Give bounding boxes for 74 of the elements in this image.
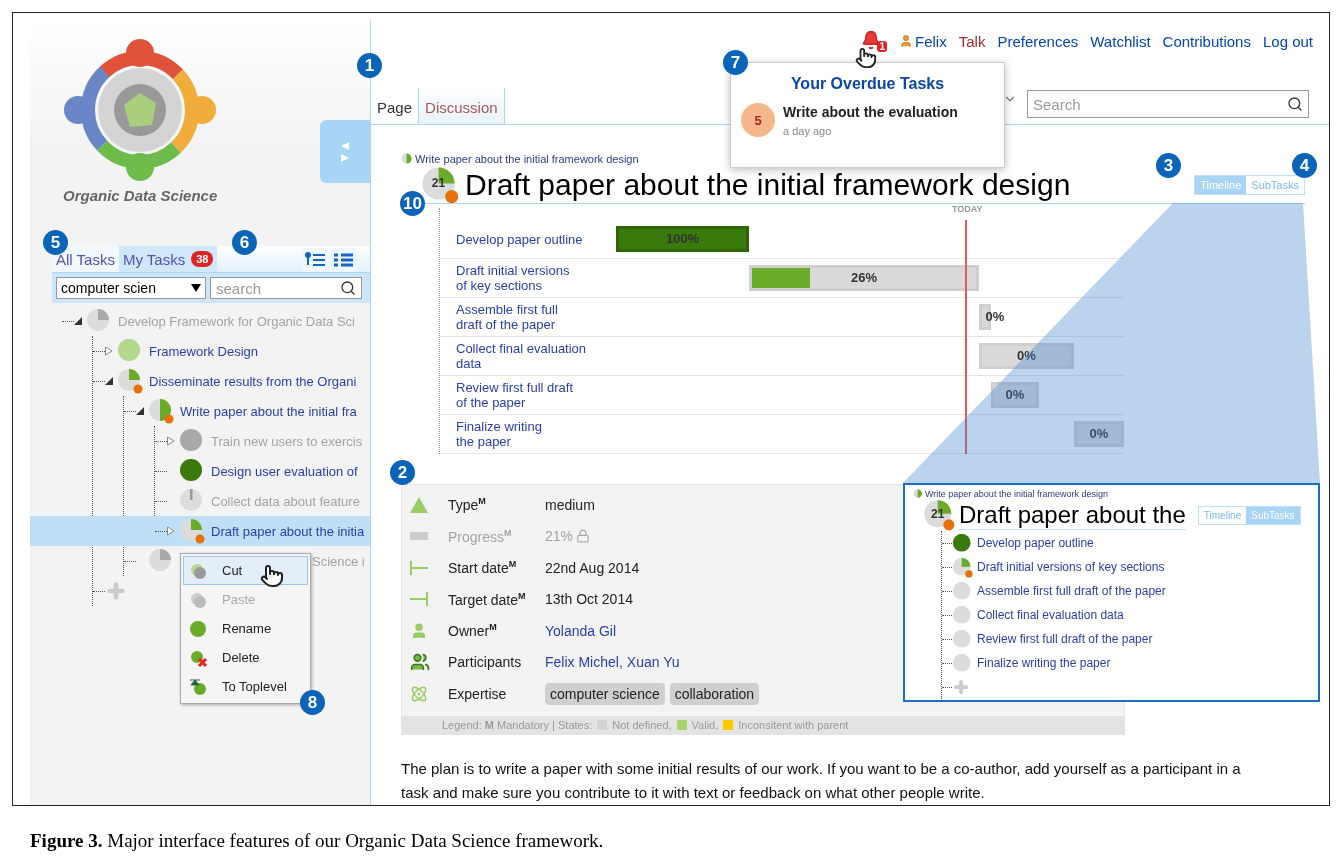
field-label: Type$^{M}$ <box>448 496 487 514</box>
expertise-tag[interactable]: collaboration <box>669 682 760 705</box>
field-label: Owner$^{M}$ <box>448 622 498 640</box>
breadcrumb-link[interactable]: Write paper about the initial framework design <box>925 489 1108 499</box>
subtask-link[interactable]: Assemble first full draft of the paper <box>440 302 616 332</box>
legend-text: Legend: M Mandatory | States: <box>442 718 593 731</box>
progress-number: 21 <box>430 175 447 193</box>
logo-text: Organic Data Science <box>63 187 219 204</box>
legend-label: Valid, <box>691 718 719 731</box>
percent-label: 0% <box>1017 348 1036 363</box>
today-label: TODAY <box>952 204 983 214</box>
subtask-link[interactable]: Review first full draft of the paper <box>977 632 1153 646</box>
percent-label: 0% <box>985 309 1005 324</box>
subtask-link[interactable]: Finalize writing the paper <box>440 419 616 449</box>
callout-number: 3 <box>1156 153 1181 178</box>
time-ago: a day ago <box>783 125 833 137</box>
callout-number: 2 <box>390 460 415 485</box>
subtask-link[interactable]: Collect final evaluation data <box>977 608 1124 622</box>
figure-caption: Figure 3. Major interface features of our Organic Data Science framework. <box>30 830 605 852</box>
task-tab[interactable]: My Tasks 38 <box>118 246 218 272</box>
field-value: 22nd Aug 2014 <box>545 559 640 576</box>
overdue-count: 5 <box>741 103 775 137</box>
callout-number: 7 <box>723 50 748 75</box>
subtask-link[interactable]: Review first full draft of the paper <box>440 380 616 410</box>
subtask-link[interactable]: Finalize writing the paper <box>977 656 1111 670</box>
personal-link[interactable]: Preferences <box>997 32 1079 50</box>
menu-item[interactable]: Delete <box>183 643 308 672</box>
person-link[interactable]: Xuan Yu <box>626 654 680 671</box>
subtask-link[interactable]: Assemble first full draft of the paper <box>977 584 1166 598</box>
field-label: Progress$^{M}$ <box>448 527 513 545</box>
personal-link[interactable]: Contributions <box>1162 32 1251 50</box>
personal-link[interactable]: Log out <box>1262 32 1313 50</box>
subtask-link[interactable]: Collect final evaluation data <box>440 341 616 371</box>
menu-item[interactable]: Cut <box>183 556 308 585</box>
task-title: Draft paper about the <box>959 500 1186 530</box>
percent-label: 0% <box>1089 426 1109 441</box>
callout-number: 1 <box>357 53 382 78</box>
page-tab[interactable]: Discussion <box>419 88 505 124</box>
person-link[interactable]: Felix Michel, <box>545 654 623 671</box>
progress-number: 21 <box>930 505 946 523</box>
field-value: medium <box>545 496 595 513</box>
subtask-link[interactable]: Develop paper outline <box>977 536 1094 550</box>
legend-label: Inconsitent with parent <box>738 718 849 731</box>
breadcrumb-link[interactable]: Write paper about the initial framework design <box>415 153 639 165</box>
callout-number: 10 <box>400 191 425 216</box>
menu-item[interactable]: Rename <box>183 614 308 643</box>
task-title: Draft paper about the initial framework design <box>465 168 1071 202</box>
subtask-link[interactable]: Draft initial versions of key sections <box>440 263 616 293</box>
field-label: Target date$^{M}$ <box>448 590 527 608</box>
subtask-link[interactable]: Draft initial versions of key sections <box>977 560 1165 574</box>
field-value: 21% <box>545 528 574 545</box>
search-field[interactable]: Search <box>1027 90 1309 118</box>
task-search-field[interactable]: search <box>210 277 362 299</box>
field-label: Participants <box>448 654 523 671</box>
field-value: 13th Oct 2014 <box>545 591 633 608</box>
user-link[interactable]: Felix <box>899 32 947 50</box>
person-link[interactable]: Yolanda Gil <box>545 622 617 639</box>
expertise-select[interactable]: computer scien <box>56 277 206 299</box>
percent-label: 100% <box>665 231 700 246</box>
expertise-tag[interactable]: computer science <box>545 682 665 705</box>
field-label: Expertise <box>448 685 508 702</box>
personal-link[interactable]: Watchlist <box>1090 32 1151 50</box>
field-label: Start date$^{M}$ <box>448 559 518 577</box>
description-text: The plan is to write a paper with some initial results of our work. If you want to be a co-author, add yourself as a participant in a task and make sure you contribute to it with text or feedback on what other people write. <box>401 758 1242 803</box>
subtask-link[interactable]: Develop paper outline <box>440 231 616 247</box>
callout-number: 4 <box>1292 153 1317 178</box>
overdue-task-link[interactable]: Write about the evaluation <box>783 104 958 120</box>
popup-title: Your Overdue Tasks <box>789 75 946 93</box>
notification-badge: 1 <box>877 41 888 52</box>
percent-label: 26% <box>851 270 877 285</box>
percent-label: 0% <box>1005 387 1025 402</box>
count-badge: 38 <box>191 251 214 267</box>
personal-link[interactable]: Talk <box>958 32 986 50</box>
legend-label: Not defined, <box>612 718 672 731</box>
